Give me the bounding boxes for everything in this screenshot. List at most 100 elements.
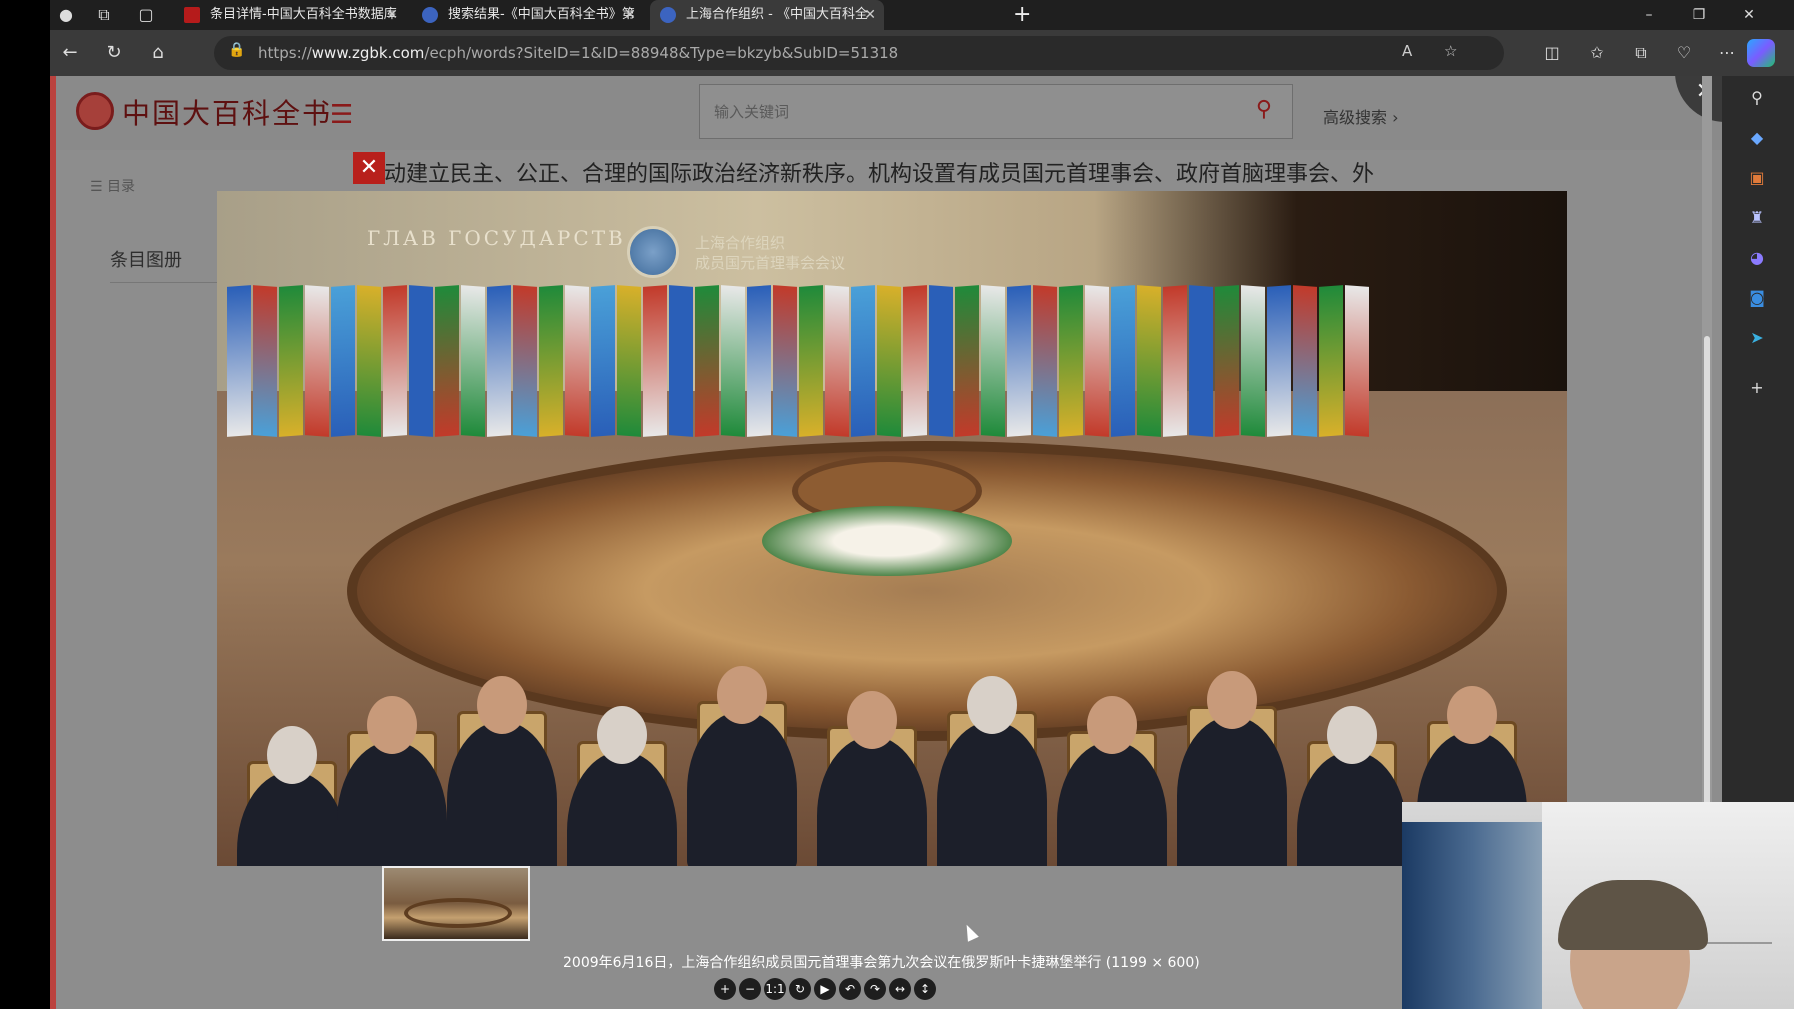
tab-entry-details[interactable]: 条目详情-中国大百科全书数据库 ✕: [174, 0, 406, 30]
divider: [110, 282, 220, 283]
read-aloud-icon[interactable]: A: [1402, 42, 1412, 60]
actual-size-button[interactable]: 1:1: [764, 978, 786, 1000]
search-icon[interactable]: ⚲: [1745, 86, 1769, 110]
delegate-head: [1447, 686, 1497, 744]
zoom-out-button[interactable]: −: [739, 978, 761, 1000]
flag: [1007, 285, 1031, 437]
tab-sco-article[interactable]: 上海合作组织 - 《中国大百科全 ✕: [650, 0, 884, 30]
flag: [1241, 285, 1265, 437]
flag: [591, 285, 615, 437]
flag: [383, 285, 407, 437]
close-window-button[interactable]: ✕: [1724, 0, 1774, 30]
refresh-icon[interactable]: ↻: [102, 41, 126, 65]
tab-label: 条目详情-中国大百科全书数据库: [210, 7, 397, 22]
flag: [461, 285, 485, 437]
browser-essentials-icon[interactable]: ♡: [1673, 42, 1695, 64]
flag: [1293, 285, 1317, 437]
delegate: [1177, 716, 1287, 866]
flag: [721, 285, 745, 437]
flag: [1085, 285, 1109, 437]
site-favicon-icon: [422, 7, 438, 23]
delegate-head: [597, 706, 647, 764]
flip-vertical-button[interactable]: ↕: [914, 978, 936, 1000]
lightbox-image[interactable]: ГЛАВ ГОСУДАРСТВ 上海合作组织 成员国元首理事会会议: [217, 191, 1567, 866]
back-icon[interactable]: ←: [58, 41, 82, 65]
flip-horizontal-button[interactable]: ↔: [889, 978, 911, 1000]
lock-icon[interactable]: 🔒: [228, 42, 245, 58]
flag: [1111, 285, 1135, 437]
toc-toggle[interactable]: ☰ 目录: [90, 176, 135, 196]
photo-banner-text: ГЛАВ ГОСУДАРСТВ: [367, 226, 626, 250]
flag: [539, 285, 563, 437]
flag: [825, 285, 849, 437]
maximize-button[interactable]: ❐: [1674, 0, 1724, 30]
flag: [513, 285, 537, 437]
flag: [617, 285, 641, 437]
url-text[interactable]: https://www.zgbk.com/ecph/words?SiteID=1…: [258, 36, 898, 70]
logo-seal-icon[interactable]: [76, 92, 114, 130]
thumbnail-table: [404, 898, 512, 928]
copilot-icon[interactable]: [1747, 39, 1775, 67]
collections-icon[interactable]: ⧉: [1630, 42, 1652, 64]
mouse-cursor-icon: [961, 922, 979, 942]
search-input[interactable]: [700, 85, 1240, 138]
workspaces-icon[interactable]: ⧉: [92, 3, 116, 27]
close-icon[interactable]: ✕: [353, 152, 385, 184]
image-thumbnail[interactable]: [382, 866, 530, 941]
tab-search-results[interactable]: 搜索结果-《中国大百科全书》第 ✕: [412, 0, 644, 30]
flag: [1345, 285, 1369, 437]
delegate-head: [477, 676, 527, 734]
new-tab-button[interactable]: +: [1013, 0, 1031, 30]
delegate-head: [717, 666, 767, 724]
flag: [1033, 285, 1057, 437]
flag: [773, 285, 797, 437]
sidebar-item-gallery[interactable]: 条目图册: [110, 246, 182, 272]
advanced-search-link[interactable]: 高级搜索 ›: [1323, 104, 1399, 128]
search-icon[interactable]: ⚲: [1256, 97, 1272, 122]
flag: [903, 285, 927, 437]
copilot-app-icon[interactable]: ◕: [1745, 246, 1769, 270]
favorites-icon[interactable]: ✩: [1586, 42, 1608, 64]
profile-icon[interactable]: ●: [54, 3, 78, 27]
menu-icon[interactable]: ☰: [330, 100, 353, 130]
search-box: ⚲: [699, 84, 1293, 139]
flag: [435, 285, 459, 437]
screen-left-margin: [0, 0, 50, 1009]
tools-icon[interactable]: ▣: [1745, 166, 1769, 190]
flag: [799, 285, 823, 437]
close-tab-icon[interactable]: ✕: [864, 0, 876, 30]
delegate-head: [1327, 706, 1377, 764]
outlook-icon[interactable]: ◙: [1745, 286, 1769, 310]
delegate-head: [267, 726, 317, 784]
favorite-star-icon[interactable]: ☆: [1444, 42, 1457, 60]
reset-button[interactable]: ↻: [789, 978, 811, 1000]
flag: [877, 285, 901, 437]
flag: [747, 285, 771, 437]
address-bar[interactable]: 🔒 https://www.zgbk.com/ecph/words?SiteID…: [214, 36, 1504, 70]
article-text-line: 动建立民主、公正、合理的国际政治经济新秩序。机构设置有成员国元首理事会、政府首脑…: [384, 162, 1375, 187]
flag: [331, 285, 355, 437]
delegate-head: [367, 696, 417, 754]
games-icon[interactable]: ♜: [1745, 206, 1769, 230]
close-tab-icon[interactable]: ✕: [386, 0, 398, 30]
flag: [1267, 285, 1291, 437]
home-icon[interactable]: ⌂: [146, 41, 170, 65]
play-button[interactable]: ▶: [814, 978, 836, 1000]
site-logo[interactable]: 中国大百科全书: [122, 92, 332, 132]
send-icon[interactable]: ➤: [1745, 326, 1769, 350]
webcam-coat-hook: [1702, 942, 1772, 952]
navigation-bar: ← ↻ ⌂ 🔒 https://www.zgbk.com/ecph/words?…: [50, 30, 1794, 76]
page-accent-border: [50, 76, 56, 1009]
close-tab-icon[interactable]: ✕: [624, 0, 636, 30]
more-options-icon[interactable]: ⋯: [1716, 42, 1738, 64]
tab-actions-icon[interactable]: ▢: [134, 3, 158, 27]
minimize-button[interactable]: –: [1624, 0, 1674, 30]
tab-label: 上海合作组织 - 《中国大百科全: [686, 7, 868, 22]
add-app-icon[interactable]: +: [1745, 376, 1769, 400]
rotate-left-button[interactable]: ↶: [839, 978, 861, 1000]
rotate-right-button[interactable]: ↷: [864, 978, 886, 1000]
shopping-tag-icon[interactable]: ◆: [1745, 126, 1769, 150]
delegate-head: [1207, 671, 1257, 729]
zoom-in-button[interactable]: +: [714, 978, 736, 1000]
split-screen-icon[interactable]: ◫: [1541, 42, 1563, 64]
